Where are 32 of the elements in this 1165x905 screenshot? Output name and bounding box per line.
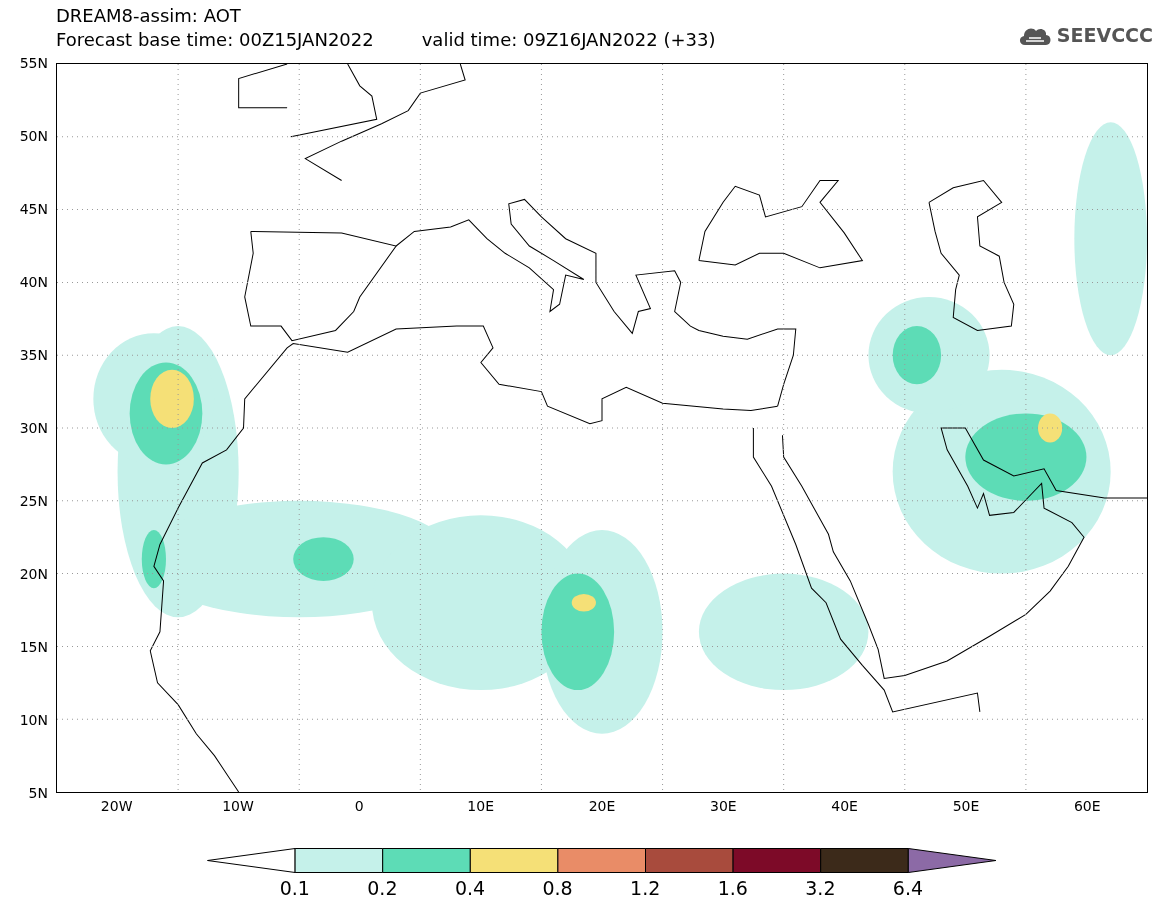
longitude-label: 10W xyxy=(221,798,255,814)
latitude-label: 15N xyxy=(18,640,49,654)
map-title: DREAM8-assim: AOT xyxy=(56,4,242,28)
latitude-label: 40N xyxy=(18,275,49,289)
colorbar-label: 1.2 xyxy=(629,877,662,899)
colorbar-label: 0.8 xyxy=(541,877,574,899)
latitude-label: 5N xyxy=(27,786,49,800)
latitude-label: 25N xyxy=(18,494,49,508)
longitude-label: 40E xyxy=(830,798,859,814)
latitude-label: 35N xyxy=(18,348,49,362)
latitude-label: 30N xyxy=(18,421,49,435)
colorbar-label: 0.2 xyxy=(366,877,399,899)
longitude-label: 50E xyxy=(951,798,981,814)
base-time: Forecast base time: 00Z15JAN2022 xyxy=(56,28,374,52)
longitude-label: 0 xyxy=(353,798,365,814)
colorbar-label: 6.4 xyxy=(891,877,925,899)
latitude-label: 20N xyxy=(18,567,49,581)
colorbar-label: 1.6 xyxy=(716,877,749,899)
logo-text: SEEVCCC xyxy=(1056,24,1153,46)
colorbar-label: 3.2 xyxy=(804,877,837,899)
latitude-label: 55N xyxy=(18,56,49,70)
latitude-label: 50N xyxy=(18,129,49,143)
longitude-label: 20W xyxy=(99,798,134,814)
colorbar-label: 0.1 xyxy=(278,877,311,899)
longitude-label: 10E xyxy=(466,798,495,814)
latitude-label: 45N xyxy=(18,202,49,216)
latitude-label: 10N xyxy=(18,713,49,727)
longitude-label: 30E xyxy=(708,798,738,814)
colorbar-label: 0.4 xyxy=(453,877,487,899)
longitude-label: 20E xyxy=(587,798,617,814)
longitude-label: 60E xyxy=(1072,798,1102,814)
valid-time: valid time: 09Z16JAN2022 (+33) xyxy=(421,28,716,52)
